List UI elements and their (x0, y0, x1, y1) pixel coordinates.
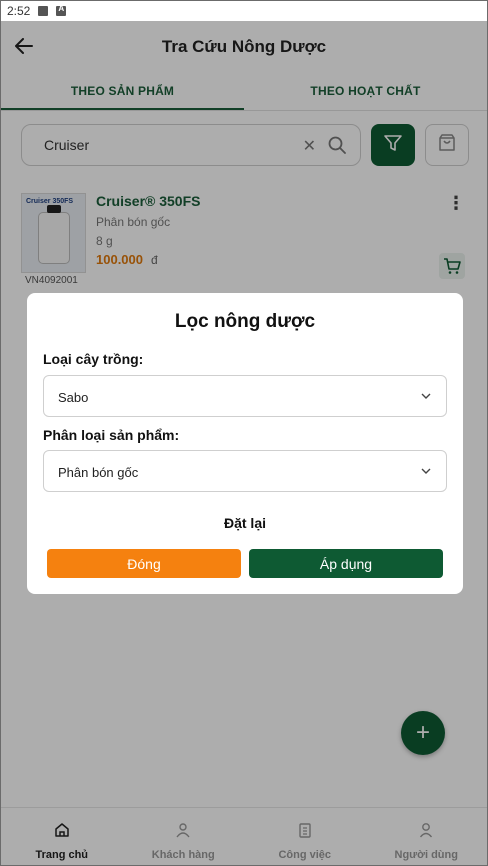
dialog-title: Lọc nông dược (174, 311, 316, 332)
product-category-label: Phân loại sản phẩm: (43, 427, 180, 443)
image-notification-icon (38, 6, 49, 16)
status-time: 2:52 (7, 4, 31, 18)
text-notification-icon (56, 4, 67, 16)
product-category-value: Phân bón gốc (58, 465, 139, 480)
close-button[interactable]: Đóng (47, 549, 241, 578)
crop-type-select[interactable]: Sabo (43, 375, 447, 417)
crop-type-label: Loại cây trồng: (43, 351, 144, 367)
chevron-down-icon (420, 464, 432, 476)
chevron-down-icon (420, 389, 432, 401)
product-category-select[interactable]: Phân bón gốc (43, 450, 447, 492)
reset-button[interactable]: Đặt lại (27, 515, 463, 531)
status-bar: 2:52 (1, 1, 487, 21)
filter-dialog: Lọc nông dược Loại cây trồng: Sabo Phân … (27, 293, 463, 594)
crop-type-value: Sabo (58, 390, 89, 405)
app-screen: 2:52 Tra Cứu Nông Dược THEO SẢN PHẨM THE… (0, 0, 488, 866)
apply-button[interactable]: Áp dụng (249, 549, 443, 578)
